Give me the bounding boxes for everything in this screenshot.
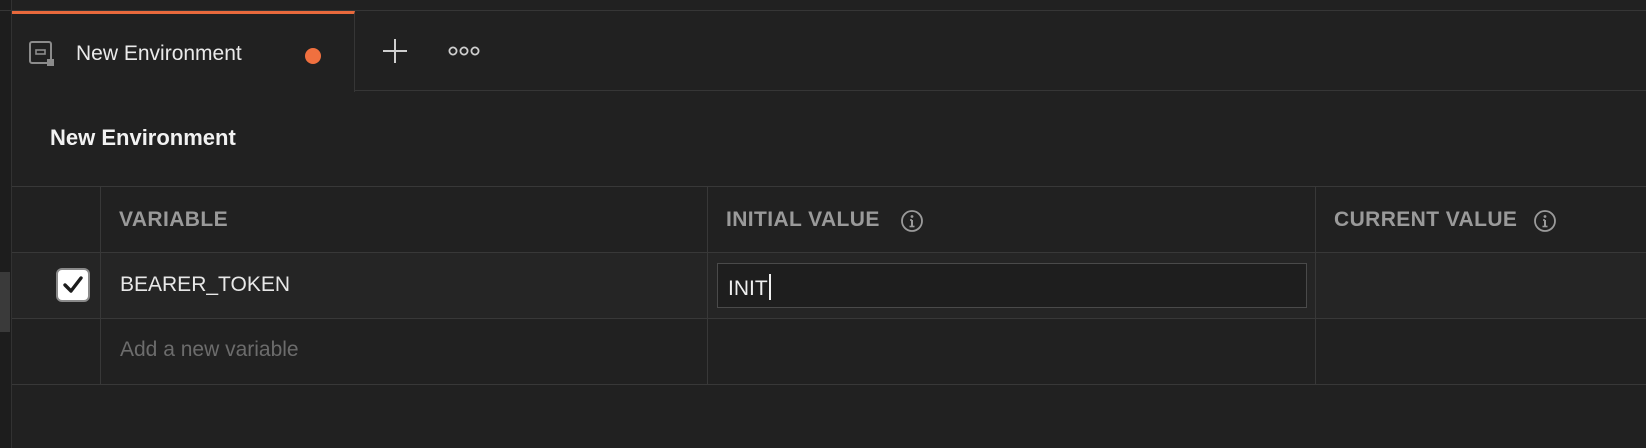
environment-icon xyxy=(29,41,55,67)
environment-title[interactable]: New Environment xyxy=(50,125,236,151)
initial-value-cell: INIT xyxy=(708,253,1316,318)
text-cursor xyxy=(768,274,771,300)
current-value-cell[interactable] xyxy=(1316,253,1646,318)
tab-label: New Environment xyxy=(76,42,242,65)
info-icon[interactable] xyxy=(1533,209,1557,233)
add-variable-placeholder[interactable]: Add a new variable xyxy=(120,338,299,362)
header-checkbox-cell xyxy=(12,187,101,252)
column-header-initial-value: INITIAL VALUE xyxy=(726,208,880,231)
enable-cell xyxy=(12,253,101,318)
initial-value-text: INIT xyxy=(728,274,771,301)
table-row: BEARER_TOKEN INIT xyxy=(12,253,1646,319)
enable-cell xyxy=(12,319,101,384)
header-current-value: CURRENT VALUE xyxy=(1316,187,1646,252)
variable-name: BEARER_TOKEN xyxy=(120,273,290,296)
new-tab-button[interactable] xyxy=(377,33,413,69)
tab-new-environment[interactable]: New Environment xyxy=(12,11,355,92)
new-current-value-cell[interactable] xyxy=(1316,319,1646,384)
sidebar-edge xyxy=(0,0,12,448)
new-variable-cell[interactable]: Add a new variable xyxy=(101,319,708,384)
header-variable: VARIABLE xyxy=(101,187,708,252)
unsaved-indicator xyxy=(305,48,321,64)
table-row: Add a new variable xyxy=(12,319,1646,385)
table-header: VARIABLE INITIAL VALUE CURRENT VALUE xyxy=(12,186,1646,253)
variables-table: VARIABLE INITIAL VALUE CURRENT VALUE BEA… xyxy=(12,186,1646,385)
info-icon[interactable] xyxy=(900,209,924,233)
new-initial-value-cell[interactable] xyxy=(708,319,1316,384)
plus-icon xyxy=(377,39,413,73)
column-header-current-value: CURRENT VALUE xyxy=(1334,208,1518,231)
initial-value-input[interactable]: INIT xyxy=(717,263,1307,308)
variable-enabled-checkbox[interactable] xyxy=(56,268,90,302)
header-initial-value: INITIAL VALUE xyxy=(708,187,1316,252)
more-horizontal-icon xyxy=(446,46,482,73)
tab-bar: New Environment xyxy=(12,11,1646,92)
scrollbar-thumb[interactable] xyxy=(0,272,10,332)
variable-cell[interactable]: BEARER_TOKEN xyxy=(101,253,708,318)
more-actions-button[interactable] xyxy=(446,33,482,69)
environment-editor: New Environment New Environment VARIABLE… xyxy=(0,0,1646,448)
initial-value: INIT xyxy=(728,277,768,300)
column-header-variable: VARIABLE xyxy=(119,208,228,231)
